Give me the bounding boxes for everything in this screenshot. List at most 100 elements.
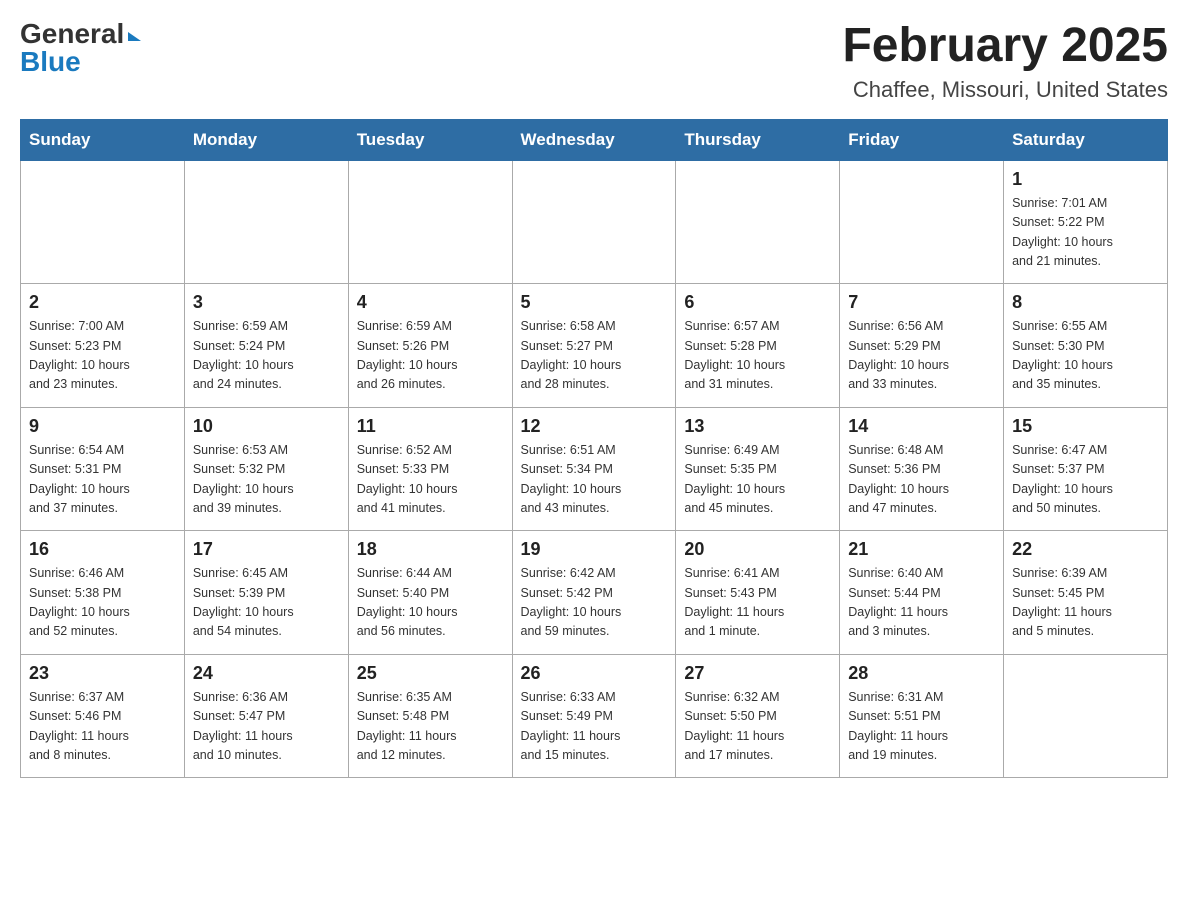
day-info: Sunrise: 6:56 AM Sunset: 5:29 PM Dayligh… [848,317,995,395]
day-info: Sunrise: 6:48 AM Sunset: 5:36 PM Dayligh… [848,441,995,519]
day-info: Sunrise: 6:52 AM Sunset: 5:33 PM Dayligh… [357,441,504,519]
day-info: Sunrise: 6:33 AM Sunset: 5:49 PM Dayligh… [521,688,668,766]
calendar-cell [840,160,1004,284]
calendar-cell: 21 Sunrise: 6:40 AM Sunset: 5:44 PM Dayli… [840,531,1004,655]
day-info: Sunrise: 6:54 AM Sunset: 5:31 PM Dayligh… [29,441,176,519]
calendar-cell: 7 Sunrise: 6:56 AM Sunset: 5:29 PM Daylig… [840,284,1004,408]
day-number: 27 [684,663,831,684]
weekday-header-friday: Friday [840,119,1004,160]
day-info: Sunrise: 6:53 AM Sunset: 5:32 PM Dayligh… [193,441,340,519]
calendar-cell: 27 Sunrise: 6:32 AM Sunset: 5:50 PM Dayli… [676,654,840,778]
day-number: 2 [29,292,176,313]
weekday-header-tuesday: Tuesday [348,119,512,160]
calendar-cell: 14 Sunrise: 6:48 AM Sunset: 5:36 PM Dayli… [840,407,1004,531]
day-number: 19 [521,539,668,560]
day-number: 10 [193,416,340,437]
calendar-cell: 8Sunrise: 6:55 AM Sunset: 5:30 PM Daylig… [1004,284,1168,408]
week-row-3: 16 Sunrise: 6:46 AM Sunset: 5:38 PM Dayli… [21,531,1168,655]
calendar-cell: 9 Sunrise: 6:54 AM Sunset: 5:31 PM Daylig… [21,407,185,531]
calendar-table: SundayMondayTuesdayWednesdayThursdayFrid… [20,119,1168,779]
calendar-cell: 16 Sunrise: 6:46 AM Sunset: 5:38 PM Dayli… [21,531,185,655]
calendar-cell: 18Sunrise: 6:44 AM Sunset: 5:40 PM Dayli… [348,531,512,655]
calendar-cell: 5Sunrise: 6:58 AM Sunset: 5:27 PM Daylig… [512,284,676,408]
day-number: 1 [1012,169,1159,190]
day-info: Sunrise: 6:58 AM Sunset: 5:27 PM Dayligh… [521,317,668,395]
day-info: Sunrise: 6:51 AM Sunset: 5:34 PM Dayligh… [521,441,668,519]
calendar-cell: 6 Sunrise: 6:57 AM Sunset: 5:28 PM Daylig… [676,284,840,408]
calendar-cell: 4 Sunrise: 6:59 AM Sunset: 5:26 PM Daylig… [348,284,512,408]
day-info: Sunrise: 6:36 AM Sunset: 5:47 PM Dayligh… [193,688,340,766]
calendar-cell: 15 Sunrise: 6:47 AM Sunset: 5:37 PM Dayli… [1004,407,1168,531]
day-number: 8 [1012,292,1159,313]
day-number: 25 [357,663,504,684]
weekday-header-thursday: Thursday [676,119,840,160]
day-number: 13 [684,416,831,437]
day-number: 7 [848,292,995,313]
location-title: Chaffee, Missouri, United States [842,77,1168,103]
day-number: 26 [521,663,668,684]
calendar-cell [1004,654,1168,778]
calendar-cell: 28 Sunrise: 6:31 AM Sunset: 5:51 PM Dayli… [840,654,1004,778]
day-number: 20 [684,539,831,560]
calendar-cell: 20 Sunrise: 6:41 AM Sunset: 5:43 PM Dayli… [676,531,840,655]
logo-arrow-icon [128,32,141,41]
day-number: 21 [848,539,995,560]
day-info: Sunrise: 7:01 AM Sunset: 5:22 PM Dayligh… [1012,194,1159,272]
day-info: Sunrise: 6:42 AM Sunset: 5:42 PM Dayligh… [521,564,668,642]
weekday-header-monday: Monday [184,119,348,160]
day-info: Sunrise: 6:35 AM Sunset: 5:48 PM Dayligh… [357,688,504,766]
calendar-cell: 25 Sunrise: 6:35 AM Sunset: 5:48 PM Dayli… [348,654,512,778]
day-info: Sunrise: 6:31 AM Sunset: 5:51 PM Dayligh… [848,688,995,766]
day-number: 11 [357,416,504,437]
day-number: 9 [29,416,176,437]
day-number: 22 [1012,539,1159,560]
calendar-cell [348,160,512,284]
calendar-cell: 12Sunrise: 6:51 AM Sunset: 5:34 PM Dayli… [512,407,676,531]
day-number: 6 [684,292,831,313]
day-number: 15 [1012,416,1159,437]
day-info: Sunrise: 6:47 AM Sunset: 5:37 PM Dayligh… [1012,441,1159,519]
calendar-cell: 11 Sunrise: 6:52 AM Sunset: 5:33 PM Dayli… [348,407,512,531]
day-number: 18 [357,539,504,560]
calendar-cell: 13 Sunrise: 6:49 AM Sunset: 5:35 PM Dayli… [676,407,840,531]
calendar-cell [512,160,676,284]
day-number: 16 [29,539,176,560]
day-info: Sunrise: 6:46 AM Sunset: 5:38 PM Dayligh… [29,564,176,642]
week-row-1: 2Sunrise: 7:00 AM Sunset: 5:23 PM Daylig… [21,284,1168,408]
week-row-0: 1 Sunrise: 7:01 AM Sunset: 5:22 PM Daylig… [21,160,1168,284]
page-header: General Blue February 2025 Chaffee, Miss… [20,20,1168,103]
calendar-cell: 22 Sunrise: 6:39 AM Sunset: 5:45 PM Dayli… [1004,531,1168,655]
day-info: Sunrise: 6:32 AM Sunset: 5:50 PM Dayligh… [684,688,831,766]
calendar-cell: 19 Sunrise: 6:42 AM Sunset: 5:42 PM Dayli… [512,531,676,655]
weekday-header-wednesday: Wednesday [512,119,676,160]
day-number: 24 [193,663,340,684]
day-info: Sunrise: 6:59 AM Sunset: 5:24 PM Dayligh… [193,317,340,395]
week-row-2: 9 Sunrise: 6:54 AM Sunset: 5:31 PM Daylig… [21,407,1168,531]
day-info: Sunrise: 6:41 AM Sunset: 5:43 PM Dayligh… [684,564,831,642]
calendar-cell: 24 Sunrise: 6:36 AM Sunset: 5:47 PM Dayli… [184,654,348,778]
logo: General Blue [20,20,141,76]
calendar-cell: 26 Sunrise: 6:33 AM Sunset: 5:49 PM Dayli… [512,654,676,778]
weekday-header-saturday: Saturday [1004,119,1168,160]
day-number: 3 [193,292,340,313]
day-number: 14 [848,416,995,437]
week-row-4: 23Sunrise: 6:37 AM Sunset: 5:46 PM Dayli… [21,654,1168,778]
weekday-header-sunday: Sunday [21,119,185,160]
title-section: February 2025 Chaffee, Missouri, United … [842,20,1168,103]
logo-blue: Blue [20,46,81,77]
day-number: 28 [848,663,995,684]
day-info: Sunrise: 6:45 AM Sunset: 5:39 PM Dayligh… [193,564,340,642]
day-number: 4 [357,292,504,313]
day-info: Sunrise: 6:40 AM Sunset: 5:44 PM Dayligh… [848,564,995,642]
day-number: 23 [29,663,176,684]
day-number: 17 [193,539,340,560]
day-info: Sunrise: 6:49 AM Sunset: 5:35 PM Dayligh… [684,441,831,519]
calendar-cell: 2Sunrise: 7:00 AM Sunset: 5:23 PM Daylig… [21,284,185,408]
calendar-cell [676,160,840,284]
calendar-cell: 17 Sunrise: 6:45 AM Sunset: 5:39 PM Dayli… [184,531,348,655]
day-info: Sunrise: 6:57 AM Sunset: 5:28 PM Dayligh… [684,317,831,395]
calendar-cell: 10 Sunrise: 6:53 AM Sunset: 5:32 PM Dayli… [184,407,348,531]
calendar-cell [184,160,348,284]
day-info: Sunrise: 6:59 AM Sunset: 5:26 PM Dayligh… [357,317,504,395]
day-info: Sunrise: 6:39 AM Sunset: 5:45 PM Dayligh… [1012,564,1159,642]
